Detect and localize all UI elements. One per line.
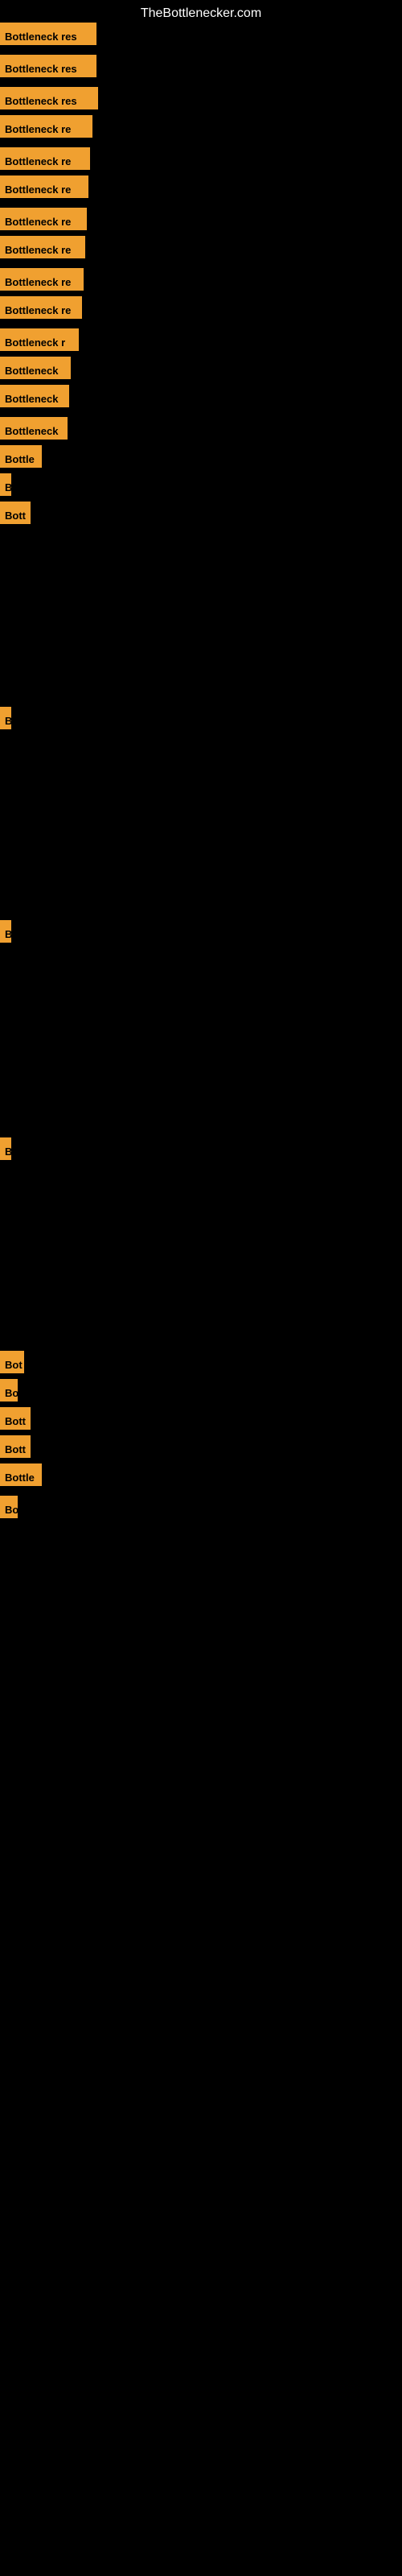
- bottleneck-item-2[interactable]: Bottleneck res: [0, 55, 96, 77]
- bottleneck-item-4[interactable]: Bottleneck re: [0, 115, 92, 138]
- bottleneck-item-25[interactable]: Bottle: [0, 1463, 42, 1486]
- bottleneck-item-24[interactable]: Bott: [0, 1435, 31, 1458]
- bottleneck-item-5[interactable]: Bottleneck re: [0, 147, 90, 170]
- bottleneck-item-14[interactable]: Bottleneck: [0, 417, 68, 440]
- bottleneck-item-23[interactable]: Bott: [0, 1407, 31, 1430]
- bottleneck-item-9[interactable]: Bottleneck re: [0, 268, 84, 291]
- bottleneck-item-11[interactable]: Bottleneck r: [0, 328, 79, 351]
- bottleneck-item-17[interactable]: Bott: [0, 502, 31, 524]
- bottleneck-item-20[interactable]: B: [0, 1137, 11, 1160]
- bottleneck-item-7[interactable]: Bottleneck re: [0, 208, 87, 230]
- bottleneck-item-26[interactable]: Bo: [0, 1496, 18, 1518]
- bottleneck-item-16[interactable]: B: [0, 473, 11, 496]
- bottleneck-item-22[interactable]: Bo: [0, 1379, 18, 1402]
- bottleneck-item-8[interactable]: Bottleneck re: [0, 236, 85, 258]
- bottleneck-item-10[interactable]: Bottleneck re: [0, 296, 82, 319]
- bottleneck-item-18[interactable]: B: [0, 707, 11, 729]
- bottleneck-item-15[interactable]: Bottle: [0, 445, 42, 468]
- bottleneck-item-21[interactable]: Bot: [0, 1351, 24, 1373]
- bottleneck-item-3[interactable]: Bottleneck res: [0, 87, 98, 109]
- bottleneck-item-19[interactable]: B: [0, 920, 11, 943]
- bottleneck-item-6[interactable]: Bottleneck re: [0, 175, 88, 198]
- bottleneck-item-12[interactable]: Bottleneck: [0, 357, 71, 379]
- bottleneck-item-1[interactable]: Bottleneck res: [0, 23, 96, 45]
- bottleneck-item-13[interactable]: Bottleneck: [0, 385, 69, 407]
